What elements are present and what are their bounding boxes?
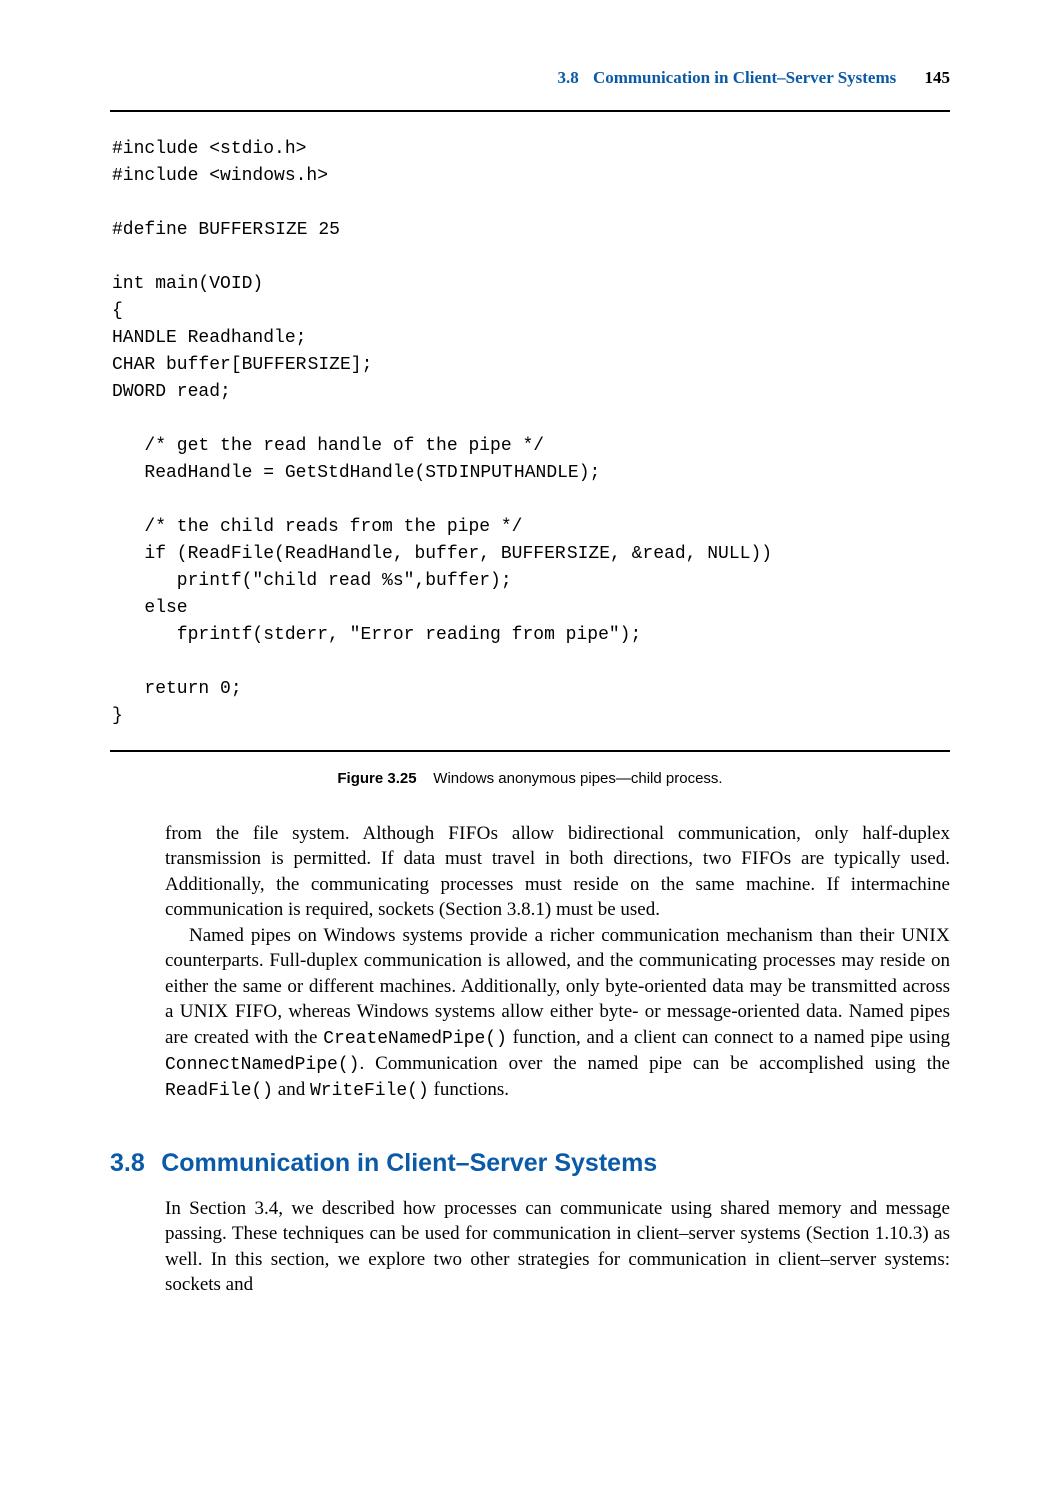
- running-header: 3.8 Communication in Client–Server Syste…: [110, 68, 950, 88]
- paragraph-3: In Section 3.4, we described how process…: [165, 1196, 950, 1298]
- figure-label: Figure 3.25: [337, 770, 416, 787]
- section-number: 3.8: [110, 1149, 145, 1177]
- section-heading: 3.8 Communication in Client–Server Syste…: [110, 1149, 950, 1178]
- body-text-block: from the file system. Although FIFOs all…: [165, 821, 950, 1103]
- section-title: Communication in Client–Server Systems: [161, 1149, 657, 1177]
- paragraph-2: Named pipes on Windows systems provide a…: [165, 923, 950, 1103]
- header-page-number: 145: [925, 68, 951, 87]
- body-text-block-2: In Section 3.4, we described how process…: [165, 1196, 950, 1298]
- header-section-number: 3.8: [557, 68, 578, 87]
- figure-bottom-rule: [110, 750, 950, 752]
- header-section-title: Communication in Client–Server Systems: [593, 68, 896, 87]
- code-listing: #include <stdio.h> #include <windows.h> …: [112, 136, 950, 730]
- paragraph-1: from the file system. Although FIFOs all…: [165, 821, 950, 923]
- figure-caption: Figure 3.25 Windows anonymous pipes—chil…: [110, 770, 950, 787]
- page: 3.8 Communication in Client–Server Syste…: [0, 0, 1050, 1358]
- figure-top-rule: [110, 110, 950, 112]
- figure-caption-text: Windows anonymous pipes—child process.: [433, 770, 722, 787]
